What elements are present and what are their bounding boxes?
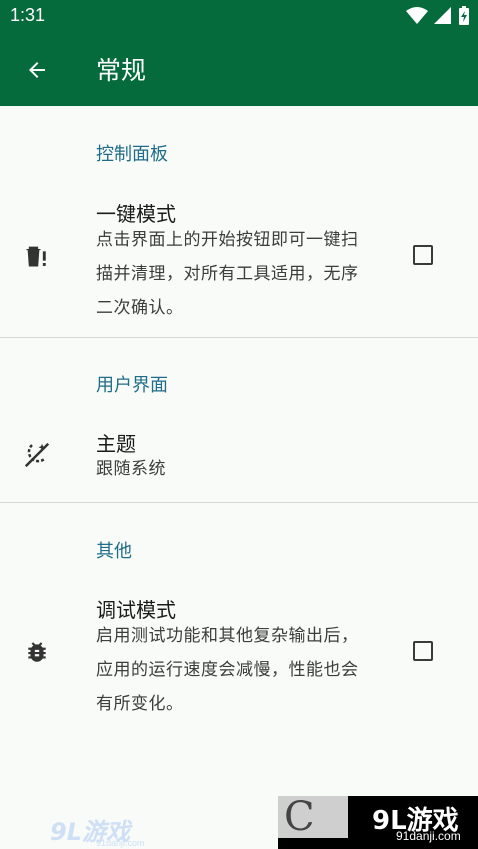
cell-signal-icon <box>434 7 451 24</box>
pref-theme[interactable]: 主题 跟随系统 <box>0 410 478 500</box>
pref-summary: 启用测试功能和其他复杂输出后，应用的运行速度会减慢，性能也会有所变化。 <box>96 626 359 714</box>
battery-charging-icon <box>459 6 469 25</box>
page-title: 常规 <box>96 56 147 85</box>
section-header-user-interface: 用户界面 <box>96 375 168 396</box>
watermark-c-logo-icon: C <box>278 796 348 838</box>
section-header-control-panel: 控制面板 <box>96 144 168 165</box>
status-time: 1:31 <box>10 5 46 25</box>
debug-mode-checkbox[interactable] <box>413 641 433 661</box>
arrow-back-icon <box>29 62 45 78</box>
status-bar: 1:31 <box>0 0 478 33</box>
status-icons <box>406 6 470 26</box>
divider <box>0 502 478 503</box>
pref-debug-mode[interactable]: 调试模式 启用测试功能和其他复杂输出后，应用的运行速度会减慢，性能也会有所变化。 <box>0 576 478 731</box>
app-bar: 常规 <box>0 33 478 106</box>
watermark-url: 91danji.com <box>396 829 461 843</box>
pref-summary: 跟随系统 <box>96 459 166 479</box>
theme-auto-icon <box>22 440 52 470</box>
watermark-left-url: 91danji.com <box>96 838 145 848</box>
section-header-other: 其他 <box>96 541 132 562</box>
one-click-mode-checkbox[interactable] <box>413 245 433 265</box>
pref-one-click-mode[interactable]: 一键模式 点击界面上的开始按钮即可一键扫描并清理，对所有工具适用，无序二次确认。 <box>0 180 478 335</box>
wifi-icon <box>406 7 428 24</box>
bug-icon <box>22 637 52 667</box>
pref-summary: 点击界面上的开始按钮即可一键扫描并清理，对所有工具适用，无序二次确认。 <box>96 230 359 318</box>
delete-alert-icon <box>22 241 52 271</box>
back-button[interactable] <box>20 53 54 87</box>
divider <box>0 337 478 338</box>
